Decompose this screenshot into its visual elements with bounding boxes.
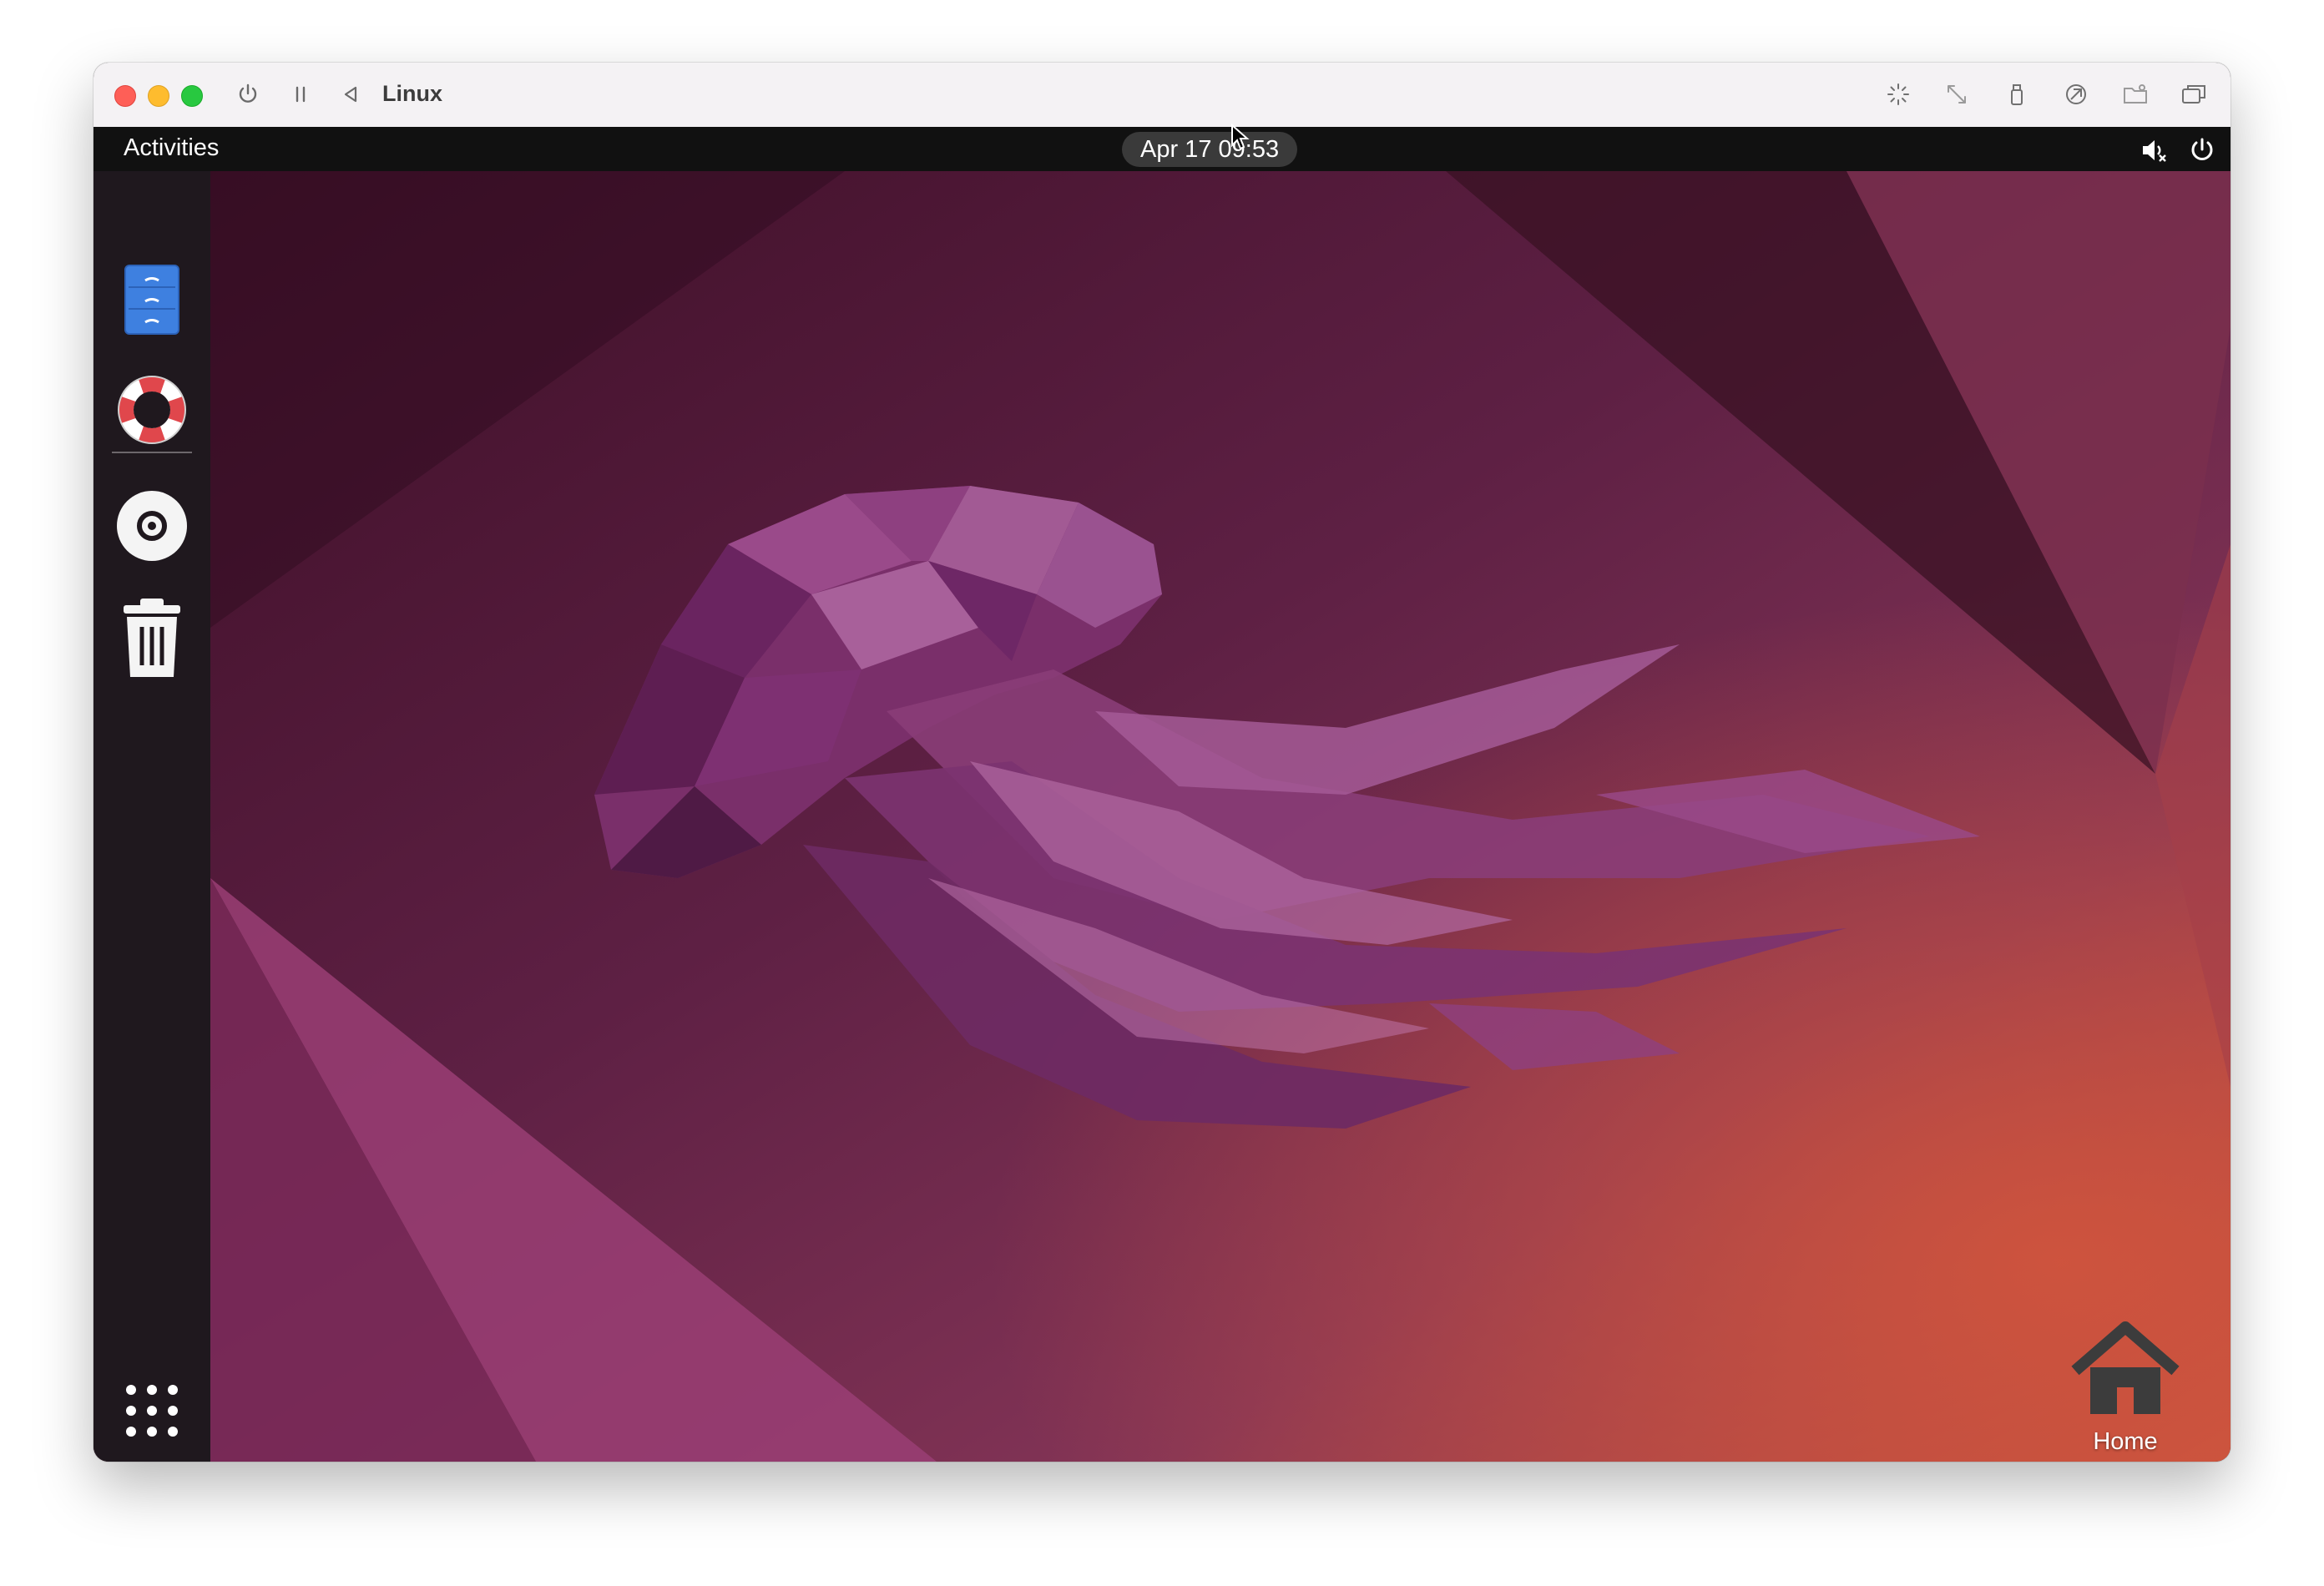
activities-button[interactable]: Activities [124,134,219,162]
vm-window: Linux Activities Apr 17 09:53 Home [93,63,2231,1462]
show-applications-button[interactable] [110,1369,194,1452]
trash-icon [124,599,180,677]
dock-item-disc[interactable] [110,484,194,568]
windows-icon[interactable] [2179,79,2209,109]
dock-item-trash[interactable] [110,597,194,680]
resize-arrows-icon[interactable] [1942,79,1972,109]
vm-title: Linux [382,81,442,106]
pause-icon[interactable] [285,79,316,109]
close-window-button[interactable] [114,85,136,107]
mouse-cursor-icon [1231,124,1250,150]
desktop-home-icon[interactable]: Home [2059,1321,2192,1462]
usb-device-icon[interactable] [2002,79,2032,109]
home-folder-icon [2071,1321,2180,1414]
app-grid-icon [126,1385,178,1437]
power-icon[interactable] [233,79,263,109]
wallpaper [93,127,2231,1462]
dock-item-help[interactable] [110,368,194,452]
dock-item-files[interactable] [110,258,194,341]
vm-titlebar: Linux [93,63,2231,128]
optical-disc-icon [117,491,187,561]
home-label: Home [2093,1428,2158,1455]
shared-folder-icon[interactable] [2120,79,2150,109]
volume-muted-icon[interactable] [2139,135,2169,165]
gnome-top-bar: Activities Apr 17 09:53 [93,127,2231,171]
maximize-window-button[interactable] [181,85,203,107]
back-icon[interactable] [336,79,366,109]
guest-screen: Activities Apr 17 09:53 Home [93,127,2231,1462]
network-icon[interactable] [2061,79,2091,109]
clock-button[interactable]: Apr 17 09:53 [1122,132,1298,167]
brightness-icon[interactable] [1883,79,1913,109]
dock [93,171,210,1462]
minimize-window-button[interactable] [148,85,169,107]
power-menu-icon[interactable] [2187,135,2217,165]
dock-separator [112,452,192,453]
lifebuoy-icon [118,376,186,444]
files-icon [124,265,179,335]
